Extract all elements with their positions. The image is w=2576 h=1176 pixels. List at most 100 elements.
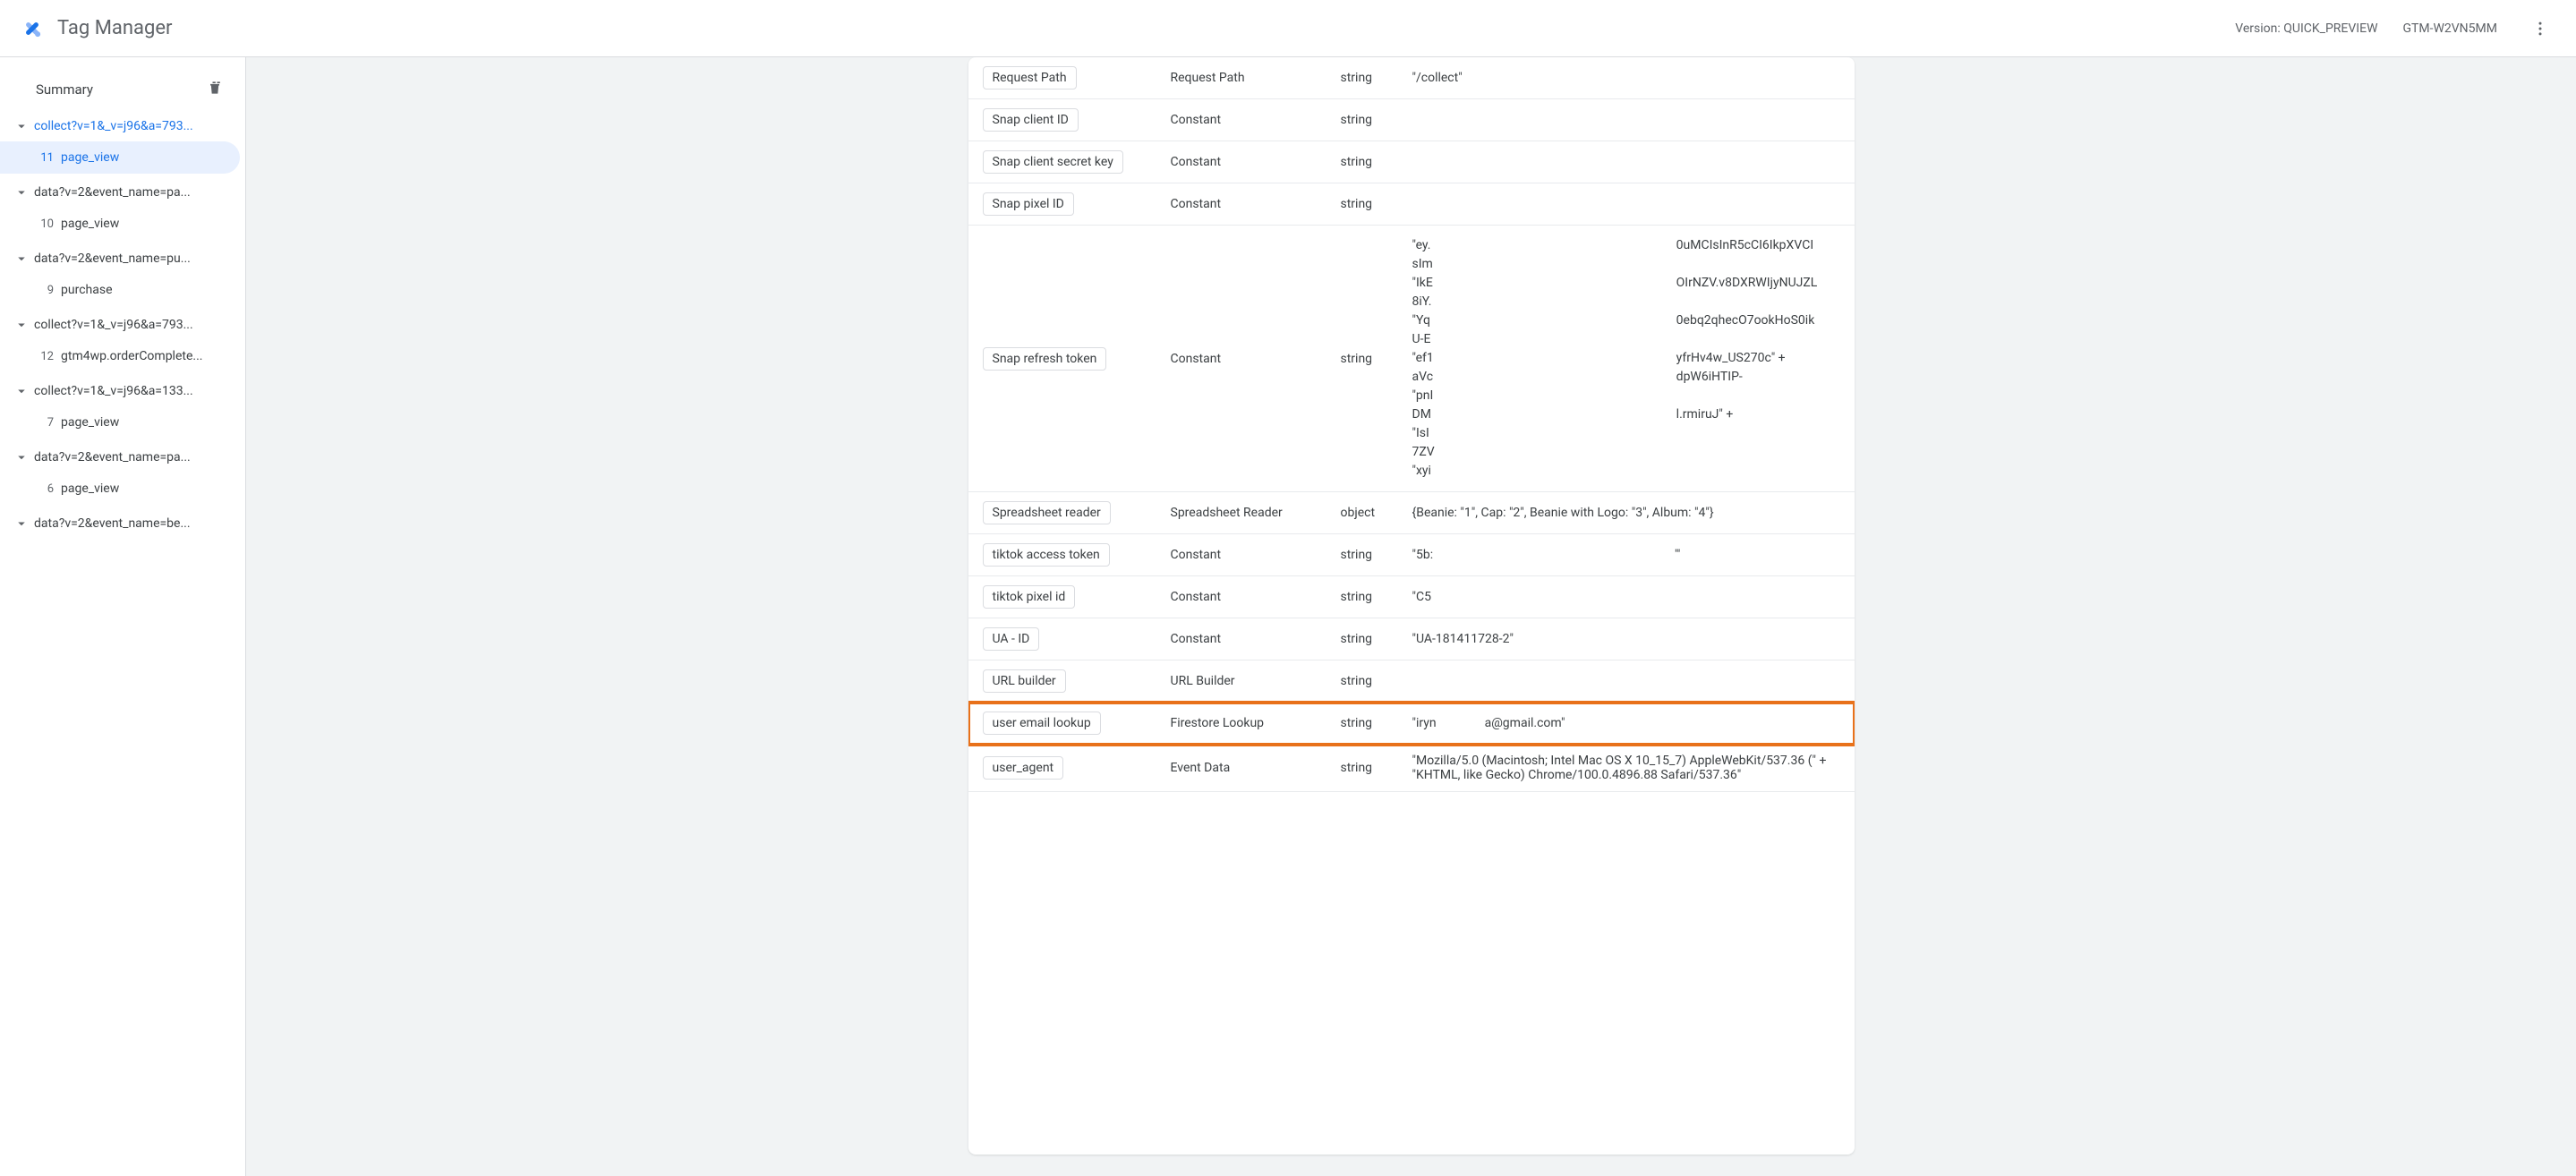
variable-name-chip: URL builder: [983, 669, 1066, 693]
variable-type: Constant: [1156, 226, 1326, 492]
sidebar-request-header[interactable]: data?v=2&event_name=pu...: [0, 243, 245, 274]
sidebar-request-label: data?v=2&event_name=pa...: [30, 185, 238, 200]
sidebar-event-number: 11: [34, 151, 54, 165]
variable-type: Firestore Lookup: [1156, 703, 1326, 745]
variable-type: Constant: [1156, 534, 1326, 576]
return-type: string: [1326, 703, 1398, 745]
sidebar-event-item[interactable]: 10 page_view: [0, 208, 240, 240]
sidebar-event-item[interactable]: 9purchase: [0, 274, 240, 306]
summary-button[interactable]: Summary: [0, 72, 245, 107]
sidebar-event-item[interactable]: 6page_view: [0, 473, 240, 505]
sidebar-request-label: data?v=2&event_name=pa...: [30, 450, 238, 464]
table-row[interactable]: Spreadsheet readerSpreadsheet Readerobje…: [968, 492, 1855, 534]
table-row[interactable]: UA - IDConstantstring"UA-181411728-2": [968, 618, 1855, 660]
variables-table: Request PathRequest Pathstring"/collect"…: [968, 57, 1855, 792]
caret-down-icon: [13, 317, 30, 333]
variable-name-chip: user email lookup: [983, 712, 1101, 735]
table-row[interactable]: tiktok pixel idConstantstring"C5: [968, 576, 1855, 618]
caret-down-icon: [13, 184, 30, 200]
sidebar-event-number: 12: [34, 350, 54, 363]
variable-type: Constant: [1156, 141, 1326, 183]
return-type: string: [1326, 57, 1398, 99]
table-row[interactable]: user email lookupFirestore Lookupstring"…: [968, 703, 1855, 745]
variable-value: "/collect": [1398, 57, 1855, 99]
sidebar-event-label: page_view: [61, 150, 119, 165]
table-row[interactable]: Snap refresh token Constantstring"ey. sIm…: [968, 226, 1855, 492]
variable-value: [1398, 660, 1855, 703]
more-menu-button[interactable]: [2522, 11, 2558, 47]
variable-type: Spreadsheet Reader: [1156, 492, 1326, 534]
variable-name-chip: user_agent: [983, 756, 1064, 780]
variable-value: "ey. sIm "IkE 8iY. "Yq U-E "ef1 aVc "pnI…: [1398, 226, 1855, 492]
variable-name-chip: Snap pixel ID: [983, 192, 1074, 216]
return-type: string: [1326, 141, 1398, 183]
variable-name-chip: Request Path: [983, 66, 1077, 89]
sidebar-request-header[interactable]: data?v=2&event_name=be...: [0, 508, 245, 539]
sidebar-event-number: 10: [34, 217, 54, 231]
return-type: string: [1326, 745, 1398, 792]
variable-value: "UA-181411728-2": [1398, 618, 1855, 660]
sidebar-event-item[interactable]: 11 page_view: [0, 141, 240, 174]
table-row[interactable]: user_agent Event Datastring"Mozilla/5.0 (…: [968, 745, 1855, 792]
table-row[interactable]: Snap client ID Constantstring: [968, 99, 1855, 141]
sidebar-event-label: gtm4wp.orderComplete...: [61, 349, 202, 363]
sidebar-request-header[interactable]: collect?v=1&_v=j96&a=793...: [0, 111, 245, 141]
header-right: Version: QUICK_PREVIEW GTM-W2VN5MM: [2235, 11, 2569, 47]
sidebar-event-label: page_view: [61, 415, 119, 430]
return-type: string: [1326, 660, 1398, 703]
sidebar-event-label: page_view: [61, 217, 119, 231]
sidebar-event-label: purchase: [61, 283, 113, 297]
app-header: Tag Manager Version: QUICK_PREVIEW GTM-W…: [0, 0, 2576, 57]
variable-value: {Beanie: "1", Cap: "2", Beanie with Logo…: [1398, 492, 1855, 534]
sidebar-request-header[interactable]: collect?v=1&_v=j96&a=133...: [0, 376, 245, 406]
return-type: string: [1326, 576, 1398, 618]
return-type: string: [1326, 534, 1398, 576]
table-row[interactable]: URL builder URL Builderstring: [968, 660, 1855, 703]
return-type: string: [1326, 183, 1398, 226]
variable-type: Constant: [1156, 576, 1326, 618]
return-type: object: [1326, 492, 1398, 534]
sidebar-request-header[interactable]: data?v=2&event_name=pa...: [0, 177, 245, 208]
return-type: string: [1326, 618, 1398, 660]
kebab-icon: [2531, 20, 2549, 38]
table-row[interactable]: Request PathRequest Pathstring"/collect": [968, 57, 1855, 99]
variable-type: Event Data: [1156, 745, 1326, 792]
variables-card: Request PathRequest Pathstring"/collect"…: [968, 57, 1855, 1155]
variable-value: [1398, 99, 1855, 141]
variable-value: "C5: [1398, 576, 1855, 618]
clear-icon[interactable]: [206, 79, 224, 100]
sidebar-request-header[interactable]: collect?v=1&_v=j96&a=793...: [0, 310, 245, 340]
sidebar-request-label: collect?v=1&_v=j96&a=793...: [30, 318, 238, 332]
sidebar-request-header[interactable]: data?v=2&event_name=pa...: [0, 442, 245, 473]
return-type: string: [1326, 226, 1398, 492]
variable-name-chip: Snap client ID: [983, 108, 1079, 132]
variable-name-chip: Snap refresh token: [983, 347, 1107, 371]
variable-value: "Mozilla/5.0 (Macintosh; Intel Mac OS X …: [1398, 745, 1855, 792]
sidebar-event-item[interactable]: 7 page_view: [0, 406, 240, 439]
version-label: Version: QUICK_PREVIEW: [2235, 21, 2377, 36]
sidebar-request-label: data?v=2&event_name=pu...: [30, 251, 238, 266]
table-row[interactable]: Snap client secret key Constantstring: [968, 141, 1855, 183]
table-row[interactable]: Snap pixel ID Constantstring: [968, 183, 1855, 226]
caret-down-icon: [13, 516, 30, 532]
sidebar-request-label: data?v=2&event_name=be...: [30, 516, 238, 531]
variable-type: URL Builder: [1156, 660, 1326, 703]
app-title: Tag Manager: [57, 17, 172, 39]
container-id: GTM-W2VN5MM: [2403, 21, 2498, 36]
return-type: string: [1326, 99, 1398, 141]
gtm-logo-icon: [18, 14, 47, 43]
variable-name-chip: Snap client secret key: [983, 150, 1123, 174]
sidebar-request-label: collect?v=1&_v=j96&a=133...: [30, 384, 238, 398]
sidebar-event-item[interactable]: 12 gtm4wp.orderComplete...: [0, 340, 240, 372]
caret-down-icon: [13, 251, 30, 267]
variable-type: Constant: [1156, 183, 1326, 226]
sidebar-event-label: page_view: [61, 481, 119, 496]
sidebar-event-number: 7: [34, 416, 54, 430]
caret-down-icon: [13, 383, 30, 399]
variable-value: [1398, 141, 1855, 183]
table-row[interactable]: tiktok access tokenConstantstring"5b:'": [968, 534, 1855, 576]
variable-name-chip: UA - ID: [983, 627, 1040, 651]
summary-label: Summary: [36, 81, 93, 98]
sidebar: Summary collect?v=1&_v=j96&a=793... 11 pag…: [0, 57, 246, 1176]
variable-type: Constant: [1156, 99, 1326, 141]
